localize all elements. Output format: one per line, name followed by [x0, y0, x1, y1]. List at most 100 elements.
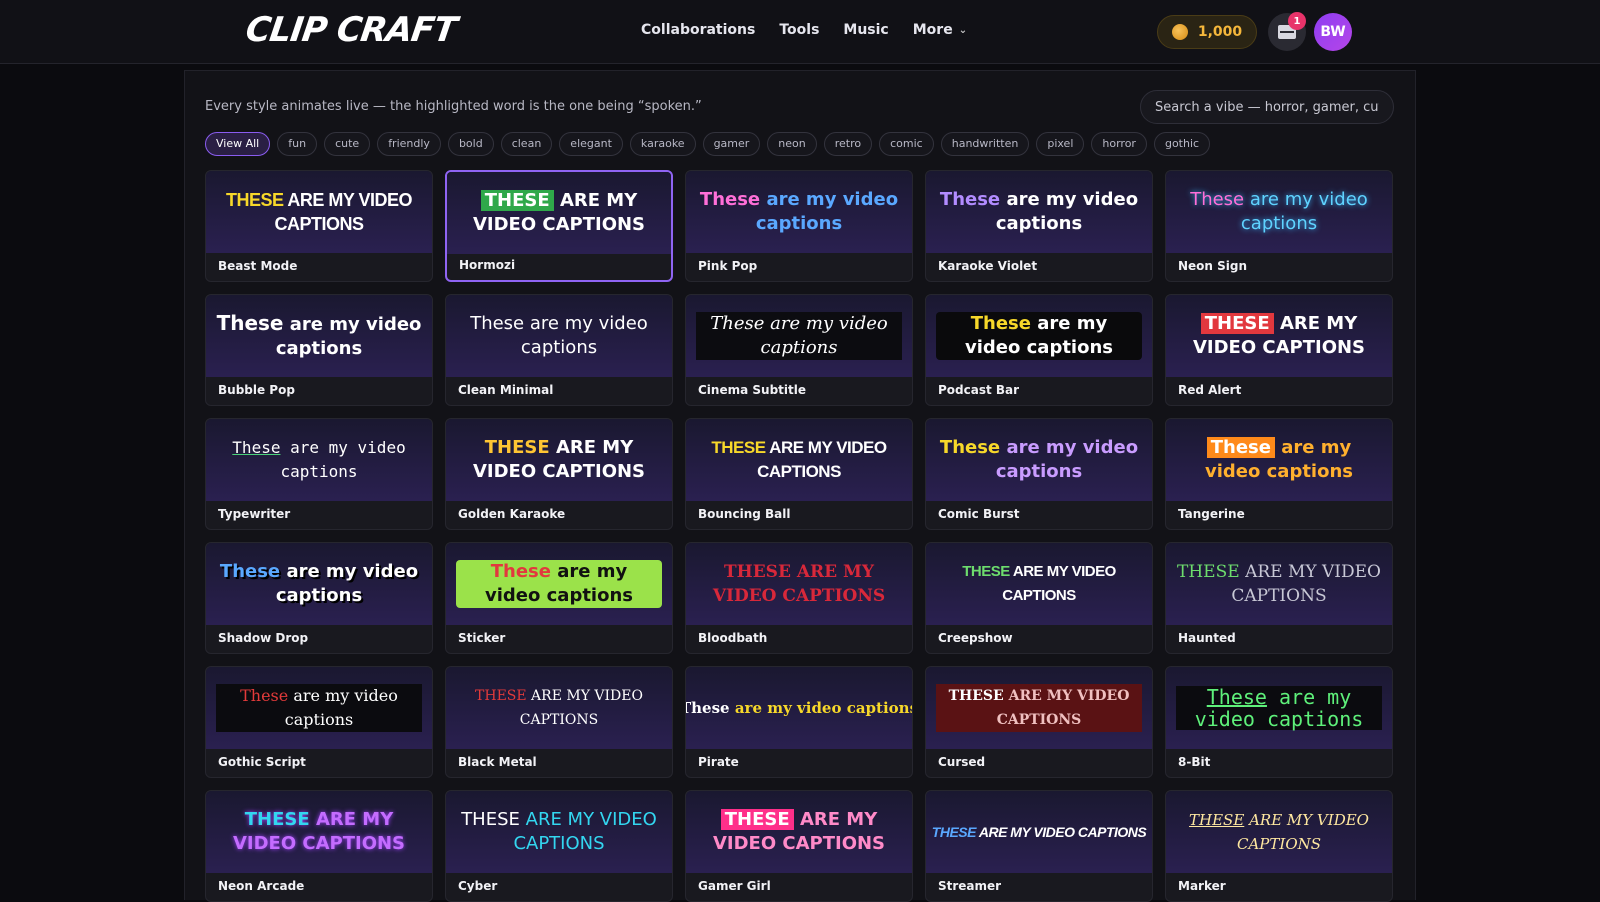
style-card-bubble-pop[interactable]: These are my video captions Bubble Pop	[205, 294, 433, 406]
vibe-search-input[interactable]	[1140, 90, 1394, 124]
style-card-golden-karaoke[interactable]: These are my video captions Golden Karao…	[445, 418, 673, 530]
caption-preview: These are my video captions	[446, 419, 672, 501]
caption-sample: These are my video captions	[962, 563, 1116, 604]
style-name: Tangerine	[1178, 507, 1245, 521]
nav-label: Music	[843, 22, 889, 38]
style-name: Streamer	[938, 879, 1002, 893]
filter-neon[interactable]: neon	[767, 132, 817, 156]
filter-chips: View All fun cute friendly bold clean el…	[205, 132, 1211, 156]
filter-friendly[interactable]: friendly	[377, 132, 441, 156]
style-name: Shadow Drop	[218, 631, 309, 645]
filter-bold[interactable]: bold	[447, 132, 494, 156]
gallery-hint: Every style animates live — the highligh…	[205, 99, 702, 114]
style-card-comic-burst[interactable]: These are my video captions Comic Burst	[925, 418, 1153, 530]
caption-preview: These are my video captions	[206, 295, 432, 377]
filter-horror[interactable]: horror	[1091, 132, 1147, 156]
nav-more[interactable]: More ⌄	[913, 22, 967, 38]
style-card-sticker[interactable]: These are my video captions Sticker	[445, 542, 673, 654]
style-card-tangerine[interactable]: These are my video captions Tangerine	[1165, 418, 1393, 530]
style-name: Creepshow	[938, 631, 1013, 645]
caption-sample: These are my video captions	[696, 312, 902, 360]
caption-sample: These are my video captions	[931, 824, 1147, 840]
style-card-hormozi[interactable]: These are my video captions Hormozi	[445, 170, 673, 282]
style-card-neon-arcade[interactable]: These are my video captions Neon Arcade	[205, 790, 433, 902]
caption-sample: These are my video captions	[216, 311, 422, 359]
caption-sample: These are my video captions	[1176, 686, 1382, 730]
style-card-cinema-subtitle[interactable]: These are my video captions Cinema Subti…	[685, 294, 913, 406]
filter-pixel[interactable]: pixel	[1036, 132, 1085, 156]
caption-preview: These are my video captions	[1166, 791, 1392, 873]
style-card-gothic-script[interactable]: These are my video captions Gothic Scrip…	[205, 666, 433, 778]
nav-music[interactable]: Music	[843, 22, 888, 38]
style-card-typewriter[interactable]: These are my video captions Typewriter	[205, 418, 433, 530]
style-card-black-metal[interactable]: These are my video captions Black Metal	[445, 666, 673, 778]
filter-karaoke[interactable]: karaoke	[629, 132, 696, 156]
caption-preview: These are my video captions	[1166, 667, 1392, 749]
style-card-streamer[interactable]: These are my video captions Streamer	[925, 790, 1153, 902]
caption-preview: These are my video captions	[686, 791, 912, 873]
style-name: Cinema Subtitle	[698, 383, 806, 397]
notification-badge: 1	[1288, 12, 1306, 30]
style-name: Bubble Pop	[218, 383, 295, 397]
coin-amount: 1,000	[1197, 24, 1243, 40]
style-card-haunted[interactable]: These are my video captions Haunted	[1165, 542, 1393, 654]
caption-preview: These are my video captions	[686, 171, 912, 253]
caption-sample: These are my video captions	[1177, 562, 1381, 606]
style-name: Beast Mode	[218, 259, 298, 273]
style-card-creepshow[interactable]: These are my video captions Creepshow	[925, 542, 1153, 654]
style-card-karaoke-violet[interactable]: These are my video captions Karaoke Viol…	[925, 170, 1153, 282]
nav-tools[interactable]: Tools	[779, 22, 819, 38]
caption-preview: These are my video captions	[926, 419, 1152, 501]
style-card-bloodbath[interactable]: These are my video captions Bloodbath	[685, 542, 913, 654]
filter-comic[interactable]: comic	[879, 132, 934, 156]
style-name: Red Alert	[1178, 383, 1242, 397]
caption-preview: These are my video captions	[446, 667, 672, 749]
style-card-red-alert[interactable]: These are my video captions Red Alert	[1165, 294, 1393, 406]
nav-collaborations[interactable]: Collaborations	[641, 22, 755, 38]
filter-gothic[interactable]: gothic	[1153, 132, 1211, 156]
style-name: Gothic Script	[218, 755, 306, 769]
clip-craft-logo[interactable]: CLIP CRAFT	[243, 10, 459, 50]
nav-label: Collaborations	[641, 22, 756, 38]
filter-elegant[interactable]: elegant	[559, 132, 623, 156]
caption-preview: These are my video captions	[686, 295, 912, 377]
style-name: Cyber	[458, 879, 498, 893]
caption-preview: These are my video captions	[206, 667, 432, 749]
style-name: 8-Bit	[1178, 755, 1211, 769]
style-card-shadow-drop[interactable]: These are my video captions Shadow Drop	[205, 542, 433, 654]
caption-preview: These are my video captions	[206, 791, 432, 873]
filter-retro[interactable]: retro	[823, 132, 873, 156]
style-card-neon-sign[interactable]: These are my video captions Neon Sign	[1165, 170, 1393, 282]
style-card-beast-mode[interactable]: These are my video captions Beast Mode	[205, 170, 433, 282]
caption-preview: These are my video captions	[1166, 419, 1392, 501]
caption-sample: These are my video captions	[472, 437, 646, 482]
coin-balance[interactable]: 1,000	[1157, 15, 1257, 49]
style-card-pink-pop[interactable]: These are my video captions Pink Pop	[685, 170, 913, 282]
caption-sample: These are my video captions	[936, 312, 1142, 360]
caption-sample: These are my video captions	[1189, 811, 1369, 853]
style-card-cyber[interactable]: These are my video captions Cyber	[445, 790, 673, 902]
style-card-pirate[interactable]: These are my video captions Pirate	[685, 666, 913, 778]
filter-fun[interactable]: fun	[277, 132, 318, 156]
style-card-8-bit[interactable]: These are my video captions 8-Bit	[1165, 666, 1393, 778]
avatar[interactable]: BW	[1314, 13, 1352, 51]
caption-sample: These are my video captions	[712, 809, 886, 854]
filter-handwritten[interactable]: handwritten	[940, 132, 1030, 156]
caption-preview: These are my video captions	[206, 543, 432, 625]
style-card-cursed[interactable]: These are my video captions Cursed	[925, 666, 1153, 778]
style-name: Pirate	[698, 755, 739, 769]
style-card-podcast-bar[interactable]: These are my video captions Podcast Bar	[925, 294, 1153, 406]
filter-clean[interactable]: clean	[500, 132, 553, 156]
style-card-bouncing-ball[interactable]: These are my video captions Bouncing Bal…	[685, 418, 913, 530]
filter-cute[interactable]: cute	[324, 132, 371, 156]
style-card-gamer-girl[interactable]: These are my video captions Gamer Girl	[685, 790, 913, 902]
filter-view-all[interactable]: View All	[205, 132, 271, 156]
caption-preview: These are my video captions	[446, 791, 672, 873]
caption-preview: These are my video captions	[1166, 295, 1392, 377]
style-card-marker[interactable]: These are my video captions Marker	[1165, 790, 1393, 902]
style-card-clean-minimal[interactable]: These are my video captions Clean Minima…	[445, 294, 673, 406]
filter-gamer[interactable]: gamer	[702, 132, 761, 156]
style-name: Gamer Girl	[698, 879, 771, 893]
caption-preview: These are my video captions	[926, 667, 1152, 749]
style-name: Podcast Bar	[938, 383, 1020, 397]
